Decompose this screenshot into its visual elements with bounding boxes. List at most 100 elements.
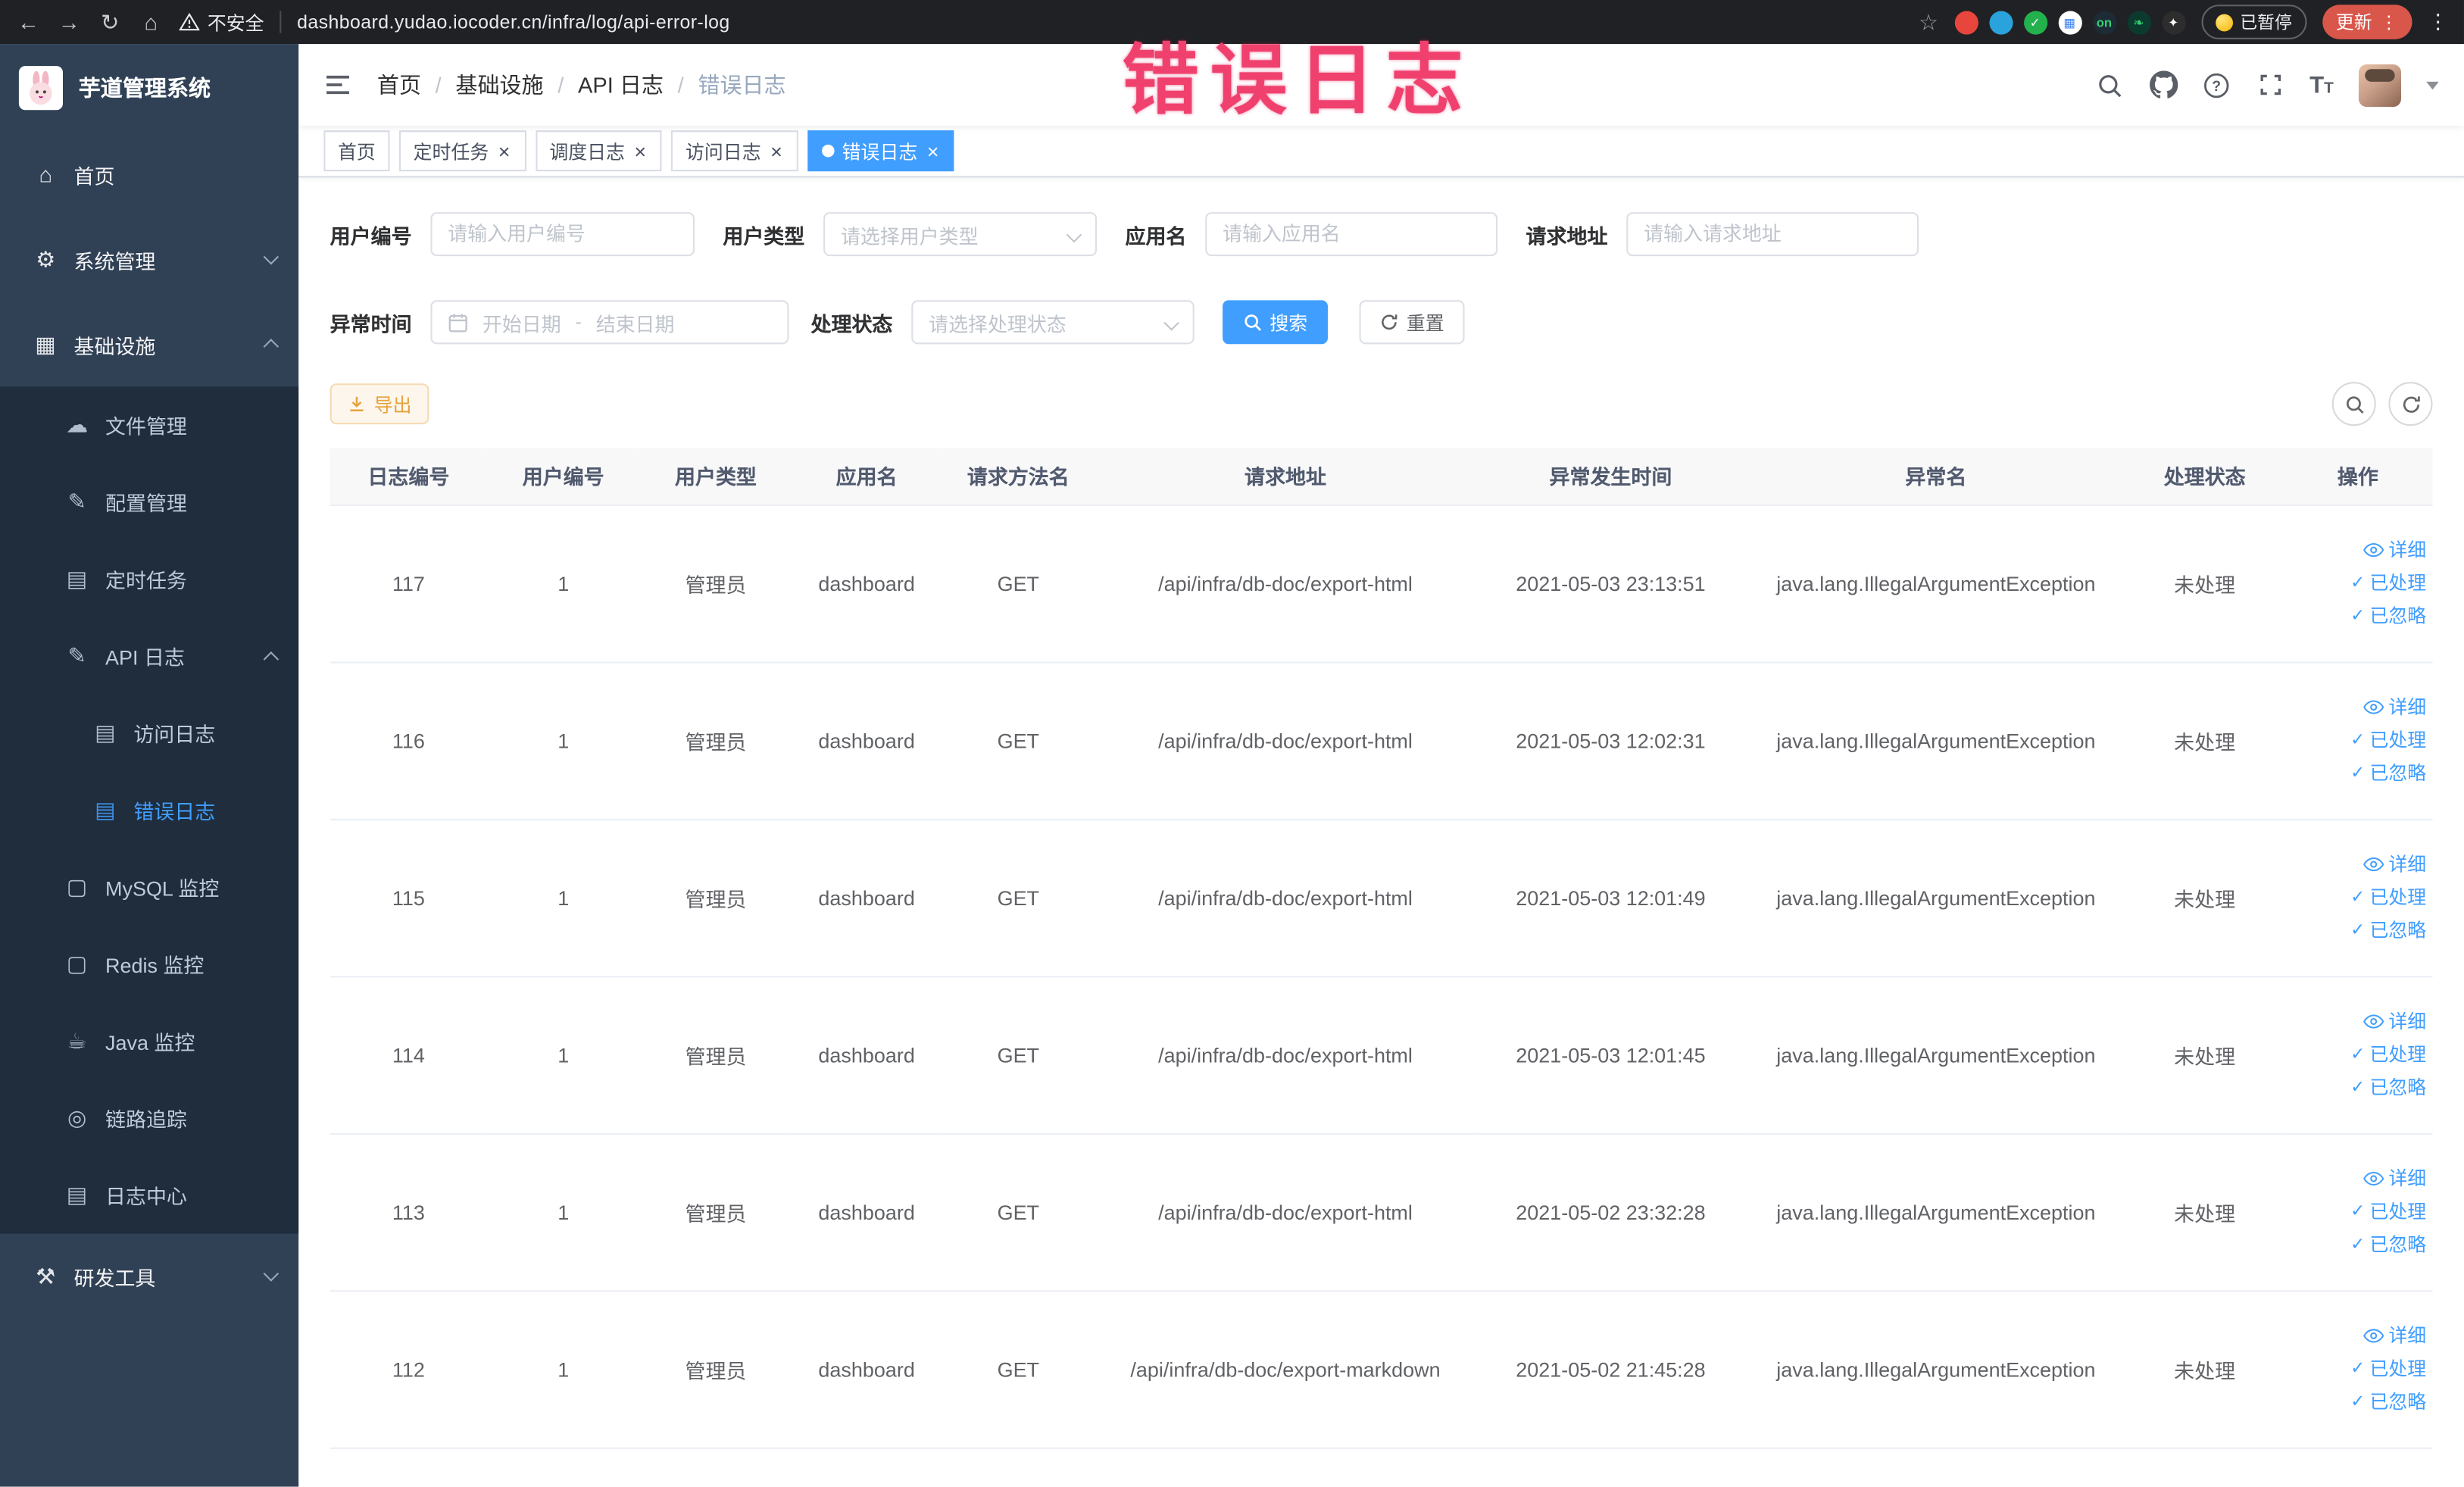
close-icon[interactable]: × (769, 141, 784, 161)
cell-user-id: 1 (487, 976, 640, 1134)
sidebar-item-api-log[interactable]: ✎ API 日志 (0, 617, 299, 695)
reset-button[interactable]: 重置 (1359, 300, 1465, 345)
search-button[interactable]: 搜索 (1223, 300, 1329, 345)
toggle-search-button[interactable] (2331, 382, 2376, 426)
search-icon[interactable] (2096, 70, 2124, 98)
processed-link[interactable]: ✓ 已处理 (2290, 567, 2426, 600)
close-icon[interactable]: × (926, 141, 941, 161)
sidebar-item-redis-monitor[interactable]: ▢ Redis 监控 (0, 925, 299, 1003)
tab-item[interactable]: 调度日志 × (535, 130, 662, 172)
check-icon: ✓ (2350, 729, 2366, 749)
processed-link[interactable]: ✓ 已处理 (2290, 1195, 2426, 1229)
back-button[interactable]: ← (16, 9, 41, 34)
process-status-select[interactable]: 请选择处理状态 (911, 300, 1195, 345)
avatar[interactable] (2358, 64, 2401, 107)
grid-extension-icon[interactable]: ▦ (2057, 10, 2081, 34)
browser-toolbar: ← → ↻ ⌂ 不安全 dashboard.yudao.iocoder.cn/i… (0, 0, 2464, 45)
plug-extension-icon[interactable]: ✦ (2161, 10, 2185, 34)
url-text[interactable]: dashboard.yudao.iocoder.cn/infra/log/api… (297, 11, 730, 33)
fullscreen-icon[interactable] (2256, 70, 2284, 98)
reload-button[interactable]: ↻ (98, 8, 123, 35)
browser-menu-button[interactable]: ⋮ (2428, 9, 2448, 34)
exception-time-range[interactable]: 开始日期 - 结束日期 (430, 300, 789, 345)
processed-link[interactable]: ✓ 已处理 (2290, 723, 2426, 757)
ignored-link[interactable]: ✓ 已忽略 (2290, 757, 2426, 790)
divider (280, 11, 282, 33)
sidebar-item-log-center[interactable]: ▤ 日志中心 (0, 1156, 299, 1234)
github-icon[interactable] (2149, 70, 2178, 98)
sidebar-item-scheduled-task[interactable]: ▤ 定时任务 (0, 540, 299, 618)
dark-on-extension-icon[interactable]: on (2092, 10, 2116, 34)
breadcrumb-item[interactable]: 首页 (377, 69, 421, 100)
sidebar-item-home[interactable]: ⌂ 首页 (0, 132, 298, 217)
ignored-link[interactable]: ✓ 已忽略 (2290, 1385, 2426, 1419)
breadcrumb-item[interactable]: API 日志 (578, 69, 664, 100)
ignored-link[interactable]: ✓ 已忽略 (2290, 914, 2426, 947)
detail-link[interactable]: 详细 (2290, 848, 2426, 881)
user-type-select[interactable]: 请选择用户类型 (823, 212, 1098, 257)
ignored-link[interactable]: ✓ 已忽略 (2290, 1228, 2426, 1261)
cell-id: 114 (329, 976, 488, 1134)
tab-item[interactable]: 定时任务 × (398, 130, 526, 172)
chevron-down-icon[interactable] (2426, 80, 2439, 89)
detail-link[interactable]: 详细 (2290, 691, 2426, 724)
chevron-down-icon (263, 1266, 280, 1282)
close-icon[interactable]: × (497, 141, 512, 161)
green-check-extension-icon[interactable]: ✓ (2023, 10, 2047, 34)
leaf-extension-icon[interactable]: ❧ (2126, 10, 2151, 34)
bookmark-star-icon[interactable]: ☆ (1919, 8, 1938, 35)
processed-link[interactable]: ✓ 已处理 (2290, 1352, 2426, 1385)
sidebar-item-config-manage[interactable]: ✎ 配置管理 (0, 464, 299, 541)
detail-link[interactable]: 详细 (2290, 533, 2426, 567)
tab-item[interactable]: 首页 (323, 130, 390, 172)
forward-button[interactable]: → (57, 9, 82, 34)
tab-item[interactable]: 错误日志 × (807, 130, 955, 172)
processed-link[interactable]: ✓ 已处理 (2290, 881, 2426, 914)
user-id-input[interactable] (430, 212, 695, 257)
sidebar-item-error-log[interactable]: ▤ 错误日志 (0, 771, 299, 849)
font-size-icon[interactable]: TT (2309, 73, 2334, 96)
table-header-row: 日志编号 用户编号 用户类型 应用名 请求方法名 请求地址 异常发生时间 异常名 处理状态 操作 (329, 448, 2433, 505)
monitor-icon: ▢ (66, 873, 88, 899)
detail-link[interactable]: 详细 (2290, 1162, 2426, 1195)
app-name-input[interactable] (1205, 212, 1498, 257)
help-icon[interactable]: ? (2203, 70, 2231, 98)
home-button[interactable]: ⌂ (139, 9, 164, 34)
sidebar-item-label: 链路追踪 (105, 1107, 187, 1132)
update-button[interactable]: 更新 ⋮ (2322, 5, 2412, 39)
cell-app: dashboard (792, 1290, 942, 1448)
cell-app: dashboard (792, 504, 942, 663)
grid-icon: ▦ (35, 330, 56, 356)
red-extension-icon[interactable] (1953, 10, 1978, 34)
ignored-link[interactable]: ✓ 已忽略 (2290, 1071, 2426, 1104)
refresh-table-button[interactable] (2388, 382, 2433, 426)
sidebar-item-system[interactable]: ⚙ 系统管理 (0, 217, 298, 301)
sidebar-item-link-trace[interactable]: ◎ 链路追踪 (0, 1079, 299, 1157)
sidebar-item-mysql-monitor[interactable]: ▢ MySQL 监控 (0, 848, 299, 926)
request-url-input[interactable] (1626, 212, 1919, 257)
sidebar-item-file-manage[interactable]: ☁ 文件管理 (0, 386, 299, 464)
hamburger-button[interactable] (323, 70, 351, 98)
sidebar-item-access-log[interactable]: ▤ 访问日志 (0, 694, 299, 772)
sidebar-item-infra[interactable]: ▦ 基础设施 (0, 301, 298, 386)
eye-icon (2363, 1171, 2384, 1187)
sidebar-item-dev-tools[interactable]: ⚒ 研发工具 (0, 1234, 298, 1319)
cell-app: dashboard (792, 1132, 942, 1292)
export-button[interactable]: 导出 (329, 383, 429, 425)
sidebar-item-java-monitor[interactable]: ☕ Java 监控 (0, 1002, 299, 1080)
close-icon[interactable]: × (632, 141, 648, 161)
detail-link[interactable]: 详细 (2290, 1005, 2426, 1039)
detail-link[interactable]: 详细 (2290, 1320, 2426, 1353)
site-security[interactable]: 不安全 (179, 8, 264, 35)
breadcrumb-item[interactable]: 基础设施 (455, 69, 543, 100)
ignored-link[interactable]: ✓ 已忽略 (2290, 599, 2426, 633)
doc-icon: ▤ (95, 720, 116, 745)
eye-icon (2363, 1328, 2384, 1344)
check-icon: ✓ (2350, 920, 2366, 939)
app-logo[interactable]: 芋道管理系统 (0, 44, 298, 132)
blue-drop-extension-icon[interactable] (1988, 10, 2013, 34)
tab-item[interactable]: 访问日志 × (671, 130, 798, 172)
edit-icon: ✎ (67, 489, 86, 514)
paused-badge[interactable]: 已暂停 (2200, 5, 2306, 39)
processed-link[interactable]: ✓ 已处理 (2290, 1038, 2426, 1071)
